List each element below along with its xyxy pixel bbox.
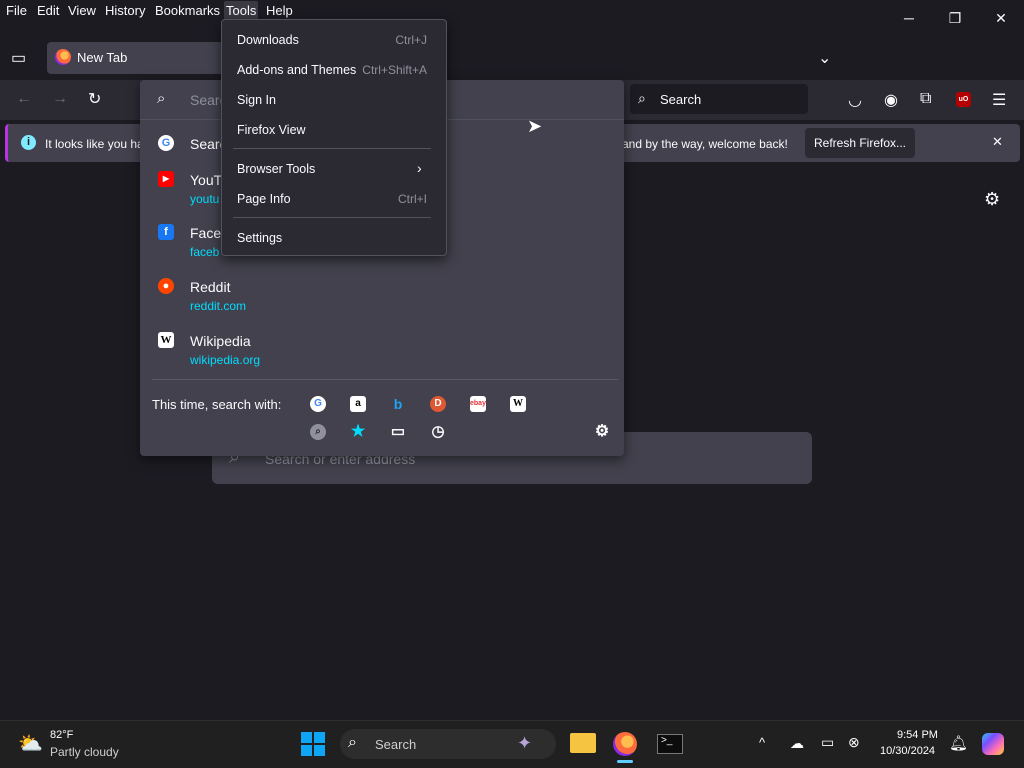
suggestion-title[interactable]: YouT — [190, 172, 222, 188]
menu-separator — [233, 217, 431, 218]
tools-page-info[interactable]: Page Info — [237, 192, 291, 206]
search-box[interactable] — [630, 84, 808, 114]
suggestion-title[interactable]: Wikipedia — [190, 333, 251, 349]
tools-browser-tools[interactable]: Browser Tools — [237, 162, 315, 176]
back-icon[interactable]: ← — [16, 90, 32, 108]
close-window-icon[interactable]: ✕ — [989, 6, 1013, 30]
copilot-icon[interactable] — [982, 733, 1004, 755]
search-box-placeholder: Search — [660, 92, 702, 107]
volume-muted-icon[interactable]: ⊗ — [848, 734, 860, 751]
tools-menu — [221, 19, 447, 256]
facebook-icon: f — [158, 224, 174, 240]
list-tabs-chevron-icon[interactable]: ⌄ — [818, 48, 831, 68]
info-icon: i — [21, 135, 36, 150]
tab-title: New Tab — [77, 50, 128, 65]
notification-bell-icon[interactable]: 🔔︎ — [949, 734, 968, 752]
extensions-icon[interactable]: ⧉ — [920, 90, 931, 108]
youtube-icon: ▶ — [158, 171, 174, 187]
reload-icon[interactable]: ↻ — [88, 89, 101, 109]
menu-tools[interactable]: Tools — [224, 1, 259, 20]
notification-text: It looks like you ha — [45, 137, 144, 151]
menu-separator — [233, 148, 431, 149]
ebay-engine-icon[interactable]: ebay — [470, 396, 486, 412]
file-explorer-icon[interactable] — [570, 733, 596, 753]
tabs-icon[interactable]: ▭ — [390, 424, 406, 440]
forward-icon[interactable]: → — [52, 90, 68, 108]
start-tile — [314, 732, 325, 743]
weather-description[interactable]: Partly cloudy — [50, 745, 119, 759]
chevron-up-icon[interactable]: ^ — [759, 735, 765, 750]
network-icon[interactable]: ▭ — [821, 734, 834, 751]
taskbar-search-label: Search — [375, 737, 417, 752]
tools-downloads[interactable]: Downloads — [237, 33, 299, 47]
pocket-icon[interactable]: ◡ — [848, 90, 862, 110]
active-app-indicator — [617, 760, 633, 763]
history-clock-icon[interactable]: ◷ — [430, 424, 446, 440]
oneoff-search-label: This time, search with: — [152, 397, 282, 412]
bookmarks-star-icon[interactable]: ★ — [350, 424, 366, 440]
suggestion-url: reddit.com — [190, 299, 247, 313]
tools-addons-themes[interactable]: Add-ons and Themes — [237, 63, 356, 77]
weather-temperature[interactable]: 82°F — [50, 729, 73, 741]
tools-sign-in[interactable]: Sign In — [237, 93, 276, 107]
wikipedia-icon: W — [158, 332, 174, 348]
chevron-right-icon: › — [417, 160, 422, 176]
shortcut-page-info: Ctrl+I — [397, 192, 427, 206]
close-notification-icon[interactable]: ✕ — [992, 134, 1003, 150]
account-icon[interactable]: ◉ — [884, 90, 898, 110]
firefox-view-icon[interactable]: ▭ — [11, 48, 26, 68]
tools-settings[interactable]: Settings — [237, 231, 282, 245]
taskbar-search-icon: ⌕ — [348, 734, 357, 751]
firefox-taskbar-icon[interactable] — [613, 732, 637, 756]
menu-file[interactable]: File — [4, 3, 29, 18]
amazon-engine-icon[interactable]: a — [350, 396, 366, 412]
menu-bar: File Edit View History Bookmarks Tools H… — [0, 0, 1024, 20]
suggestion-url: wikipedia.org — [190, 353, 261, 367]
clock-date[interactable]: 10/30/2024 — [880, 745, 935, 757]
suggestion-title[interactable]: Reddit — [190, 279, 230, 295]
clock-time[interactable]: 9:54 PM — [897, 729, 938, 741]
onedrive-icon[interactable]: ☁ — [790, 735, 804, 752]
start-tile — [314, 745, 325, 756]
search-engine-icon[interactable]: ⌕ — [310, 424, 326, 440]
start-tile — [301, 745, 312, 756]
suggestion-url: youtu — [190, 192, 220, 206]
search-settings-gear-icon[interactable]: ⚙ — [594, 424, 610, 440]
search-icon: ⌕ — [638, 90, 646, 106]
menu-history[interactable]: History — [103, 3, 147, 18]
bing-engine-icon[interactable]: b — [390, 396, 406, 412]
shortcut-downloads: Ctrl+J — [395, 33, 427, 47]
oneoff-divider — [152, 379, 618, 380]
wikipedia-engine-icon[interactable]: W — [510, 396, 526, 412]
windows-start-icon[interactable] — [301, 732, 325, 756]
restore-icon[interactable]: ❐ — [943, 6, 967, 30]
search-highlight-icon: ✦ — [517, 733, 533, 753]
urlbar-search-icon: ⌕ — [157, 90, 166, 107]
weather-partly-cloudy-icon[interactable]: ⛅ — [18, 731, 43, 756]
firefox-icon — [55, 49, 71, 65]
notification-text-end: and by the way, welcome back! — [622, 137, 788, 151]
ublock-origin-icon[interactable]: uO — [956, 92, 971, 107]
start-tile — [301, 732, 312, 743]
refresh-firefox-button[interactable]: Refresh Firefox... — [805, 128, 915, 158]
menu-help[interactable]: Help — [264, 3, 295, 18]
tools-firefox-view[interactable]: Firefox View — [237, 123, 306, 137]
duckduckgo-engine-icon[interactable]: D — [430, 396, 446, 412]
menu-bookmarks[interactable]: Bookmarks — [153, 3, 222, 18]
gear-icon[interactable]: ⚙ — [984, 189, 1000, 210]
tab-new-tab[interactable] — [47, 42, 237, 74]
mouse-cursor-icon: ➤ — [527, 116, 543, 136]
google-icon: G — [158, 135, 174, 151]
menu-edit[interactable]: Edit — [35, 3, 61, 18]
menu-view[interactable]: View — [66, 3, 98, 18]
minimize-icon[interactable]: ─ — [897, 6, 921, 30]
hamburger-menu-icon[interactable]: ☰ — [992, 90, 1006, 110]
shortcut-addons: Ctrl+Shift+A — [362, 63, 427, 77]
reddit-icon: ● — [158, 278, 174, 294]
terminal-icon[interactable]: >_ — [657, 734, 683, 754]
google-engine-icon[interactable]: G — [310, 396, 326, 412]
suggestion-url: faceb — [190, 245, 220, 259]
